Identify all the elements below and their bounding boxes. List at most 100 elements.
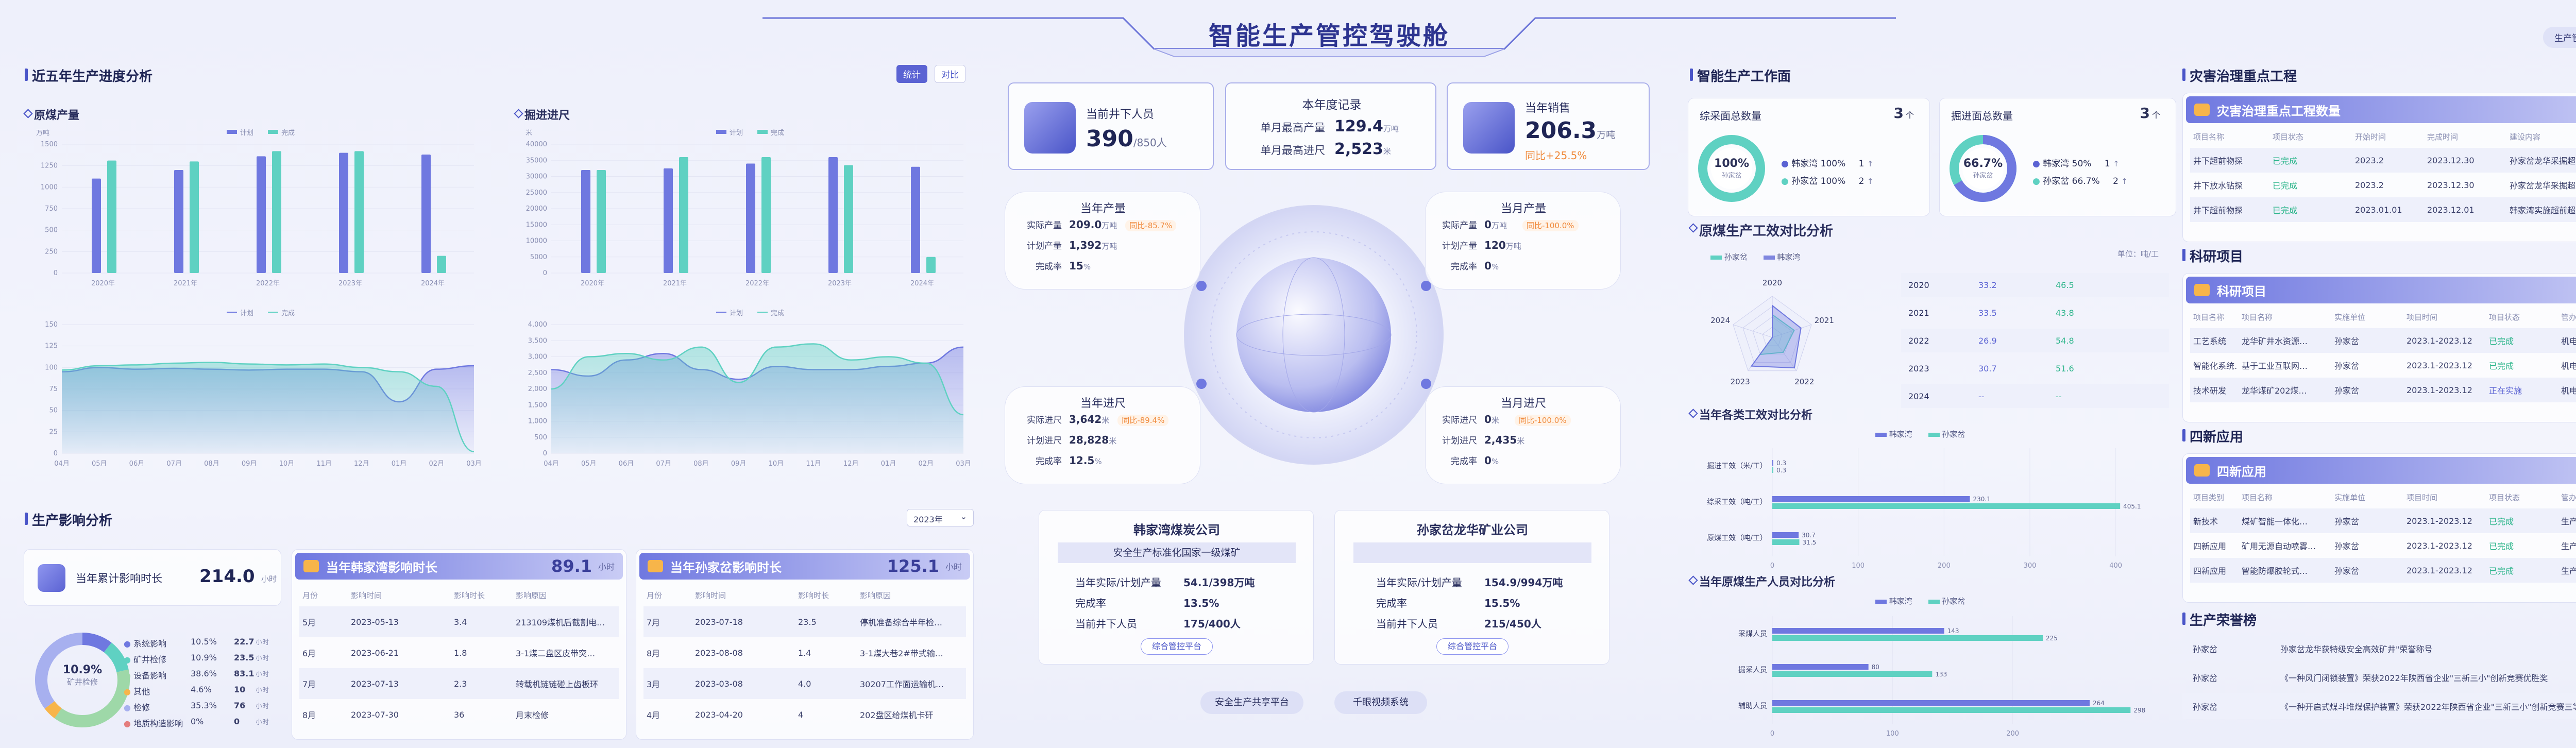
disaster-panel-title: 灾害治理重点工程数量 xyxy=(2217,104,2341,118)
sjc-v1: 154.9/994万吨 xyxy=(1484,576,1563,589)
tunnel-count-unit: 个 xyxy=(2151,110,2160,120)
column-header: 完成时间 xyxy=(2427,132,2459,142)
column-header: 影响时间 xyxy=(695,590,726,600)
table-cell: 井下超前物探 xyxy=(2193,156,2243,166)
table-cell: 井下放水钻探 xyxy=(2193,181,2243,191)
category-label: 掘采人员 xyxy=(1738,666,1767,674)
table-row[interactable]: 8月 2023-08-08 1.4 3-1煤大巷2#带式输… xyxy=(643,637,966,668)
sjc-platform-button[interactable]: 综合管控平台 xyxy=(1436,638,1509,655)
impact-total-label: 当年累计影响时长 xyxy=(76,572,162,585)
year-tunnel-title: 当年进尺 xyxy=(1080,397,1126,410)
table-row[interactable]: 井下超前物探 已完成 2023.01.01 2023.12.01 韩家湾实施超前超前物探… xyxy=(2190,197,2576,222)
table-cell: 46.5 xyxy=(2056,280,2074,290)
safety-platform-button[interactable]: 安全生产共享平台 xyxy=(1200,691,1303,714)
sjc-impact-table: 月份 影响时间 影响时长 影响原因 7月 2023-07-18 23.5 停机准备综合半年检…… xyxy=(643,586,966,735)
column-header: 项目名称 xyxy=(2242,492,2273,502)
table-cell: 生产技术部 xyxy=(2561,541,2576,551)
table-cell: 工艺系统 xyxy=(2193,336,2227,346)
column-header: 管办单位 xyxy=(2561,492,2576,502)
yt-l1: 实际进尺 xyxy=(1027,415,1062,426)
tab-stat[interactable]: 统计 xyxy=(896,65,927,83)
fully-ring-center: 100% 孙家岔 xyxy=(1696,157,1768,180)
tunnel-pct: 66.7% xyxy=(1963,157,2003,170)
yo-v3: 15 xyxy=(1069,260,1083,272)
column-header: 实施单位 xyxy=(2334,312,2366,322)
bar-plan xyxy=(339,152,348,273)
category-label: 采煤人员 xyxy=(1738,630,1767,638)
table-row[interactable]: 7月 2023-07-13 2.3 转载机链链碰上齿板环 xyxy=(299,668,619,699)
year-select[interactable]: 2023年 ⌄ xyxy=(907,509,974,526)
record-month-tunnel: 单月最高进尺 2,523米 xyxy=(1260,140,1391,158)
table-cell: 基于工业互联网… xyxy=(2242,361,2308,371)
table-cell: 2023-07-13 xyxy=(351,678,399,689)
record-card: 本年度记录 单月最高产量 129.4万吨 单月最高进尺 2,523米 xyxy=(1225,82,1436,170)
table-cell: 四新应用 xyxy=(2193,541,2227,551)
honor-item: 孙家岔 《一种开启式煤斗堆煤保护装置》荣获2022年陕西省企业"三新三小"创新竞赛… xyxy=(2182,693,2576,719)
disaster-card: 灾害治理重点工程数量6个 项目名称项目状态开始时间完成时间建设内容井下超前物探已… xyxy=(2182,93,2576,242)
folder-icon xyxy=(2194,464,2210,477)
fully-label: 综采面总数量 xyxy=(1700,110,1761,122)
yt-yoy: 同比-89.4% xyxy=(1117,415,1169,426)
table-row[interactable]: 8月 2023-07-30 36 月末检修 xyxy=(299,699,619,730)
tab-compare[interactable]: 对比 xyxy=(935,65,965,83)
mo-row2: 计划产量 120万吨 xyxy=(1431,239,1521,251)
tick-label: 300 xyxy=(2024,562,2037,570)
yt-row2: 计划进尺 28,828米 xyxy=(1015,433,1116,446)
fully-r1-count: 1 xyxy=(1858,159,1865,169)
hbar-a xyxy=(1772,700,2090,706)
legend-dot-icon: ● xyxy=(124,671,131,681)
yo-l1: 实际产量 xyxy=(1027,220,1062,231)
honor-item: 孙家岔 《一种风门闭锁装置》荣获2022年陕西省企业"三新三小"创新竞赛优胜奖 xyxy=(2182,665,2576,690)
legend-val: 76 xyxy=(234,701,246,710)
table-row[interactable]: 技术研发 龙华煤矿202煤… 孙家岔 2023.1-2023.12 正在实施 机电物资管… xyxy=(2190,378,2576,402)
table-row[interactable]: 工艺系统 龙华矿井水资源… 孙家岔 2023.1-2023.12 已完成 机电物资管… xyxy=(2190,328,2576,353)
table-row[interactable]: 3月 2023-03-08 4.0 30207工作面运输机… xyxy=(643,668,966,699)
hjw-row3: 当前井下人员 175/400人 xyxy=(1075,616,1241,631)
table-row[interactable]: 5月 2023-05-13 3.4 213109煤机后截割电… xyxy=(299,606,619,637)
hjw-platform-button[interactable]: 综合管控平台 xyxy=(1141,638,1213,655)
table-row[interactable]: 6月 2023-06-21 1.8 3-1煤二盘区皮带突… xyxy=(299,637,619,668)
legend-plan: 计划 xyxy=(730,129,743,137)
legend-done: 完成 xyxy=(771,129,784,137)
table-cell: 孙家岔龙华采掘超前探放水1.5… xyxy=(2510,181,2576,191)
legend-swatch-blue xyxy=(1875,600,1887,604)
table-header: 月份 影响时间 影响时长 影响原因 xyxy=(299,586,619,604)
tick-label: 2,500 xyxy=(528,369,547,377)
legend-swatch-done xyxy=(757,130,768,134)
bar-done xyxy=(437,256,446,273)
table-cell: 转载机链链碰上齿板环 xyxy=(516,679,599,689)
table-row[interactable]: 智能化系统… 基于工业互联网… 孙家岔 2023.1-2023.12 已完成 机电物资管… xyxy=(2190,353,2576,378)
table-cell: 孙家岔 xyxy=(2334,361,2360,371)
legend-dot-icon: ● xyxy=(124,639,131,649)
table-row[interactable]: 四新应用 智能防爆胶轮式… 孙家岔 2023.1-2023.12 已完成 生产技术部 xyxy=(2190,558,2576,583)
table-cell: 2020 xyxy=(1908,280,1929,290)
table-row[interactable]: 新技术 煤矿智能一体化… 孙家岔 2023.1-2023.12 已完成 生产技术部 xyxy=(2190,508,2576,533)
table-row[interactable]: 4月 2023-04-20 4 202盘区给煤机卡矸 xyxy=(643,699,966,730)
table-row[interactable]: 井下超前物探 已完成 2023.2 2023.12.30 孙家岔龙华采掘超前物探 xyxy=(2190,148,2576,173)
table-row: 2022 26.9 54.8 xyxy=(1901,329,2169,352)
legend-dot-icon: ● xyxy=(124,719,131,728)
tick-label: 1500 xyxy=(41,141,58,148)
bar-done xyxy=(597,170,606,273)
category-label: 2023年 xyxy=(828,280,852,287)
yt-u1: 米 xyxy=(1101,416,1110,425)
research-panel-title: 科研项目 xyxy=(2217,284,2266,299)
table-row[interactable]: 7月 2023-07-18 23.5 停机准备综合半年检… xyxy=(643,606,966,637)
table-cell: 已完成 xyxy=(2273,181,2298,191)
data-label: 133 xyxy=(1935,671,1947,678)
table-cell: -- xyxy=(2056,391,2062,401)
tick-label: 200 xyxy=(1938,562,1951,570)
table-row: 2023 30.7 51.6 xyxy=(1901,356,2169,380)
table-row[interactable]: 井下放水钻探 已完成 2023.2 2023.12.30 孙家岔龙华采掘超前探放水1.5… xyxy=(2190,173,2576,197)
table-cell: 已完成 xyxy=(2489,517,2514,526)
year-output-card: 当年产量 实际产量 209.0万吨 同比-85.7% 计划产量 1,392万吨 完成率… xyxy=(1005,192,1200,290)
legend-pct: 0% xyxy=(191,717,204,726)
table-cell: 2023.1-2023.12 xyxy=(2406,540,2472,551)
system-button[interactable]: 生产管控系统 xyxy=(2543,27,2576,48)
bar-done xyxy=(926,257,936,273)
category-label: 02月 xyxy=(429,460,444,468)
table-cell: 26.9 xyxy=(1978,335,1997,346)
video-system-button[interactable]: 千眼视频系统 xyxy=(1334,691,1427,714)
tick-label: 3,000 xyxy=(528,353,547,361)
table-row[interactable]: 四新应用 矿用无源自动喷雾… 孙家岔 2023.1-2023.12 已完成 生产技术部 xyxy=(2190,533,2576,558)
